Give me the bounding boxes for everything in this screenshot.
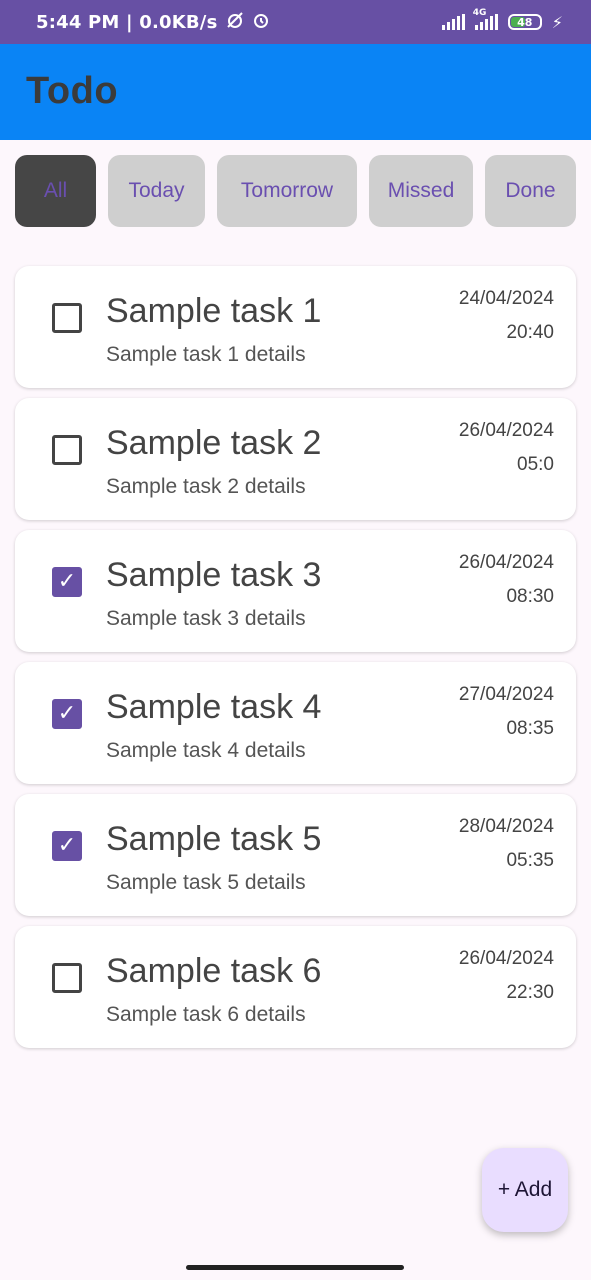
filter-tomorrow-chip[interactable]: Tomorrow [217,155,357,227]
4g-signal-icon: 4G [473,8,498,30]
task-card[interactable]: Sample task 2 Sample task 2 details 26/0… [15,398,576,520]
task-details: Sample task 1 details [106,343,306,366]
task-card[interactable]: Sample task 6 Sample task 6 details 26/0… [15,926,576,1048]
filter-today-chip[interactable]: Today [108,155,205,227]
task-time: 08:35 [506,718,554,739]
task-date: 26/04/2024 [458,552,554,573]
task-checkbox[interactable]: ✓ [52,831,82,861]
add-task-button[interactable]: + Add [482,1148,568,1232]
task-time: 22:30 [506,982,554,1003]
battery-icon: 48 [507,14,542,30]
task-title: Sample task 3 [106,556,322,594]
check-icon: ✓ [57,569,77,594]
task-card[interactable]: ✓ Sample task 3 Sample task 3 details 26… [15,530,576,652]
task-checkbox[interactable] [52,963,82,993]
check-icon: ✓ [57,701,77,726]
status-left: 5:44 PM | 0.0KB/s [36,0,270,44]
task-details: Sample task 4 details [106,739,306,762]
task-details: Sample task 5 details [106,871,306,894]
filter-all-chip[interactable]: All [15,155,96,227]
task-date: 24/04/2024 [458,288,554,309]
task-date: 27/04/2024 [458,684,554,705]
check-icon: ✓ [57,833,77,858]
alarm-off-icon [226,11,244,33]
task-details: Sample task 3 details [106,607,306,630]
task-details: Sample task 2 details [106,475,306,498]
task-list: Sample task 1 Sample task 1 details 24/0… [15,266,576,1058]
task-time: 05:35 [506,850,554,871]
task-checkbox[interactable]: ✓ [52,699,82,729]
status-right: 4G 48 ⚡ [441,0,563,44]
filter-chips: All Today Tomorrow Missed Done [15,155,576,227]
task-time: 20:40 [506,322,554,343]
app-title: Todo [26,70,119,112]
filter-done-chip[interactable]: Done [485,155,576,227]
home-indicator[interactable] [186,1265,404,1270]
charging-bolt-icon: ⚡ [551,12,563,32]
status-bar: 5:44 PM | 0.0KB/s 4G 48 ⚡ [0,0,591,44]
signal-icon [441,14,465,30]
battery-level: 48 [517,15,533,29]
filter-missed-chip[interactable]: Missed [369,155,473,227]
task-card[interactable]: ✓ Sample task 4 Sample task 4 details 27… [15,662,576,784]
task-checkbox[interactable] [52,303,82,333]
task-checkbox[interactable]: ✓ [52,567,82,597]
network-label: 4G [472,8,487,18]
task-title: Sample task 2 [106,424,322,462]
task-time: 08:30 [506,586,554,607]
task-card[interactable]: ✓ Sample task 5 Sample task 5 details 28… [15,794,576,916]
task-date: 28/04/2024 [458,816,554,837]
task-title: Sample task 4 [106,688,322,726]
task-details: Sample task 6 details [106,1003,306,1026]
task-title: Sample task 1 [106,292,322,330]
task-title: Sample task 6 [106,952,322,990]
task-date: 26/04/2024 [458,420,554,441]
task-title: Sample task 5 [106,820,322,858]
task-date: 26/04/2024 [458,948,554,969]
task-checkbox[interactable] [52,435,82,465]
task-time: 05:0 [517,454,554,475]
task-card[interactable]: Sample task 1 Sample task 1 details 24/0… [15,266,576,388]
app-bar: Todo [0,44,591,140]
status-time: 5:44 PM | 0.0KB/s [36,11,218,33]
alarm-icon [252,11,270,33]
